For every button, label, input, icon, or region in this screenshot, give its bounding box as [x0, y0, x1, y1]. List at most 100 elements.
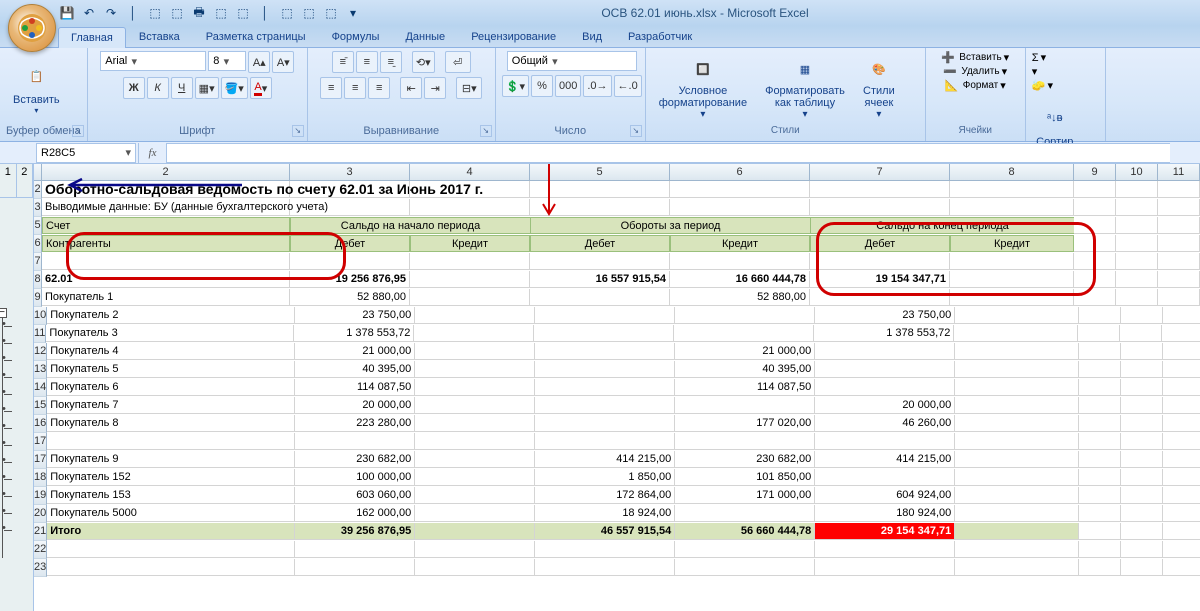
cell[interactable]: 172 864,00: [535, 487, 675, 504]
cell[interactable]: [955, 487, 1079, 504]
cell[interactable]: Покупатель 153: [47, 487, 295, 504]
cell[interactable]: 171 000,00: [675, 487, 815, 504]
align-middle-icon[interactable]: ≡: [356, 51, 378, 73]
cell[interactable]: [815, 433, 955, 450]
row-header[interactable]: 5: [34, 217, 42, 235]
cell[interactable]: [955, 541, 1079, 558]
cell[interactable]: [47, 433, 295, 450]
cell[interactable]: Покупатель 5000: [47, 505, 295, 522]
cell[interactable]: [1074, 235, 1116, 252]
cell[interactable]: [410, 181, 530, 198]
cell[interactable]: [1121, 397, 1163, 414]
cell[interactable]: Покупатель 7: [47, 397, 295, 414]
dialog-launcher-icon[interactable]: ↘: [480, 125, 492, 137]
cell[interactable]: 101 850,00: [675, 469, 815, 486]
cell[interactable]: 1 378 553,72: [294, 325, 414, 342]
cell[interactable]: [815, 379, 955, 396]
row-header[interactable]: 21: [34, 523, 47, 541]
cell[interactable]: Покупатель 4: [47, 343, 295, 360]
cell[interactable]: [1121, 541, 1163, 558]
row-header[interactable]: 19: [34, 487, 47, 505]
cell[interactable]: Обороты за период: [530, 217, 810, 234]
cell[interactable]: [1163, 451, 1200, 468]
cell[interactable]: Покупатель 6: [47, 379, 295, 396]
cell[interactable]: [955, 415, 1079, 432]
cell[interactable]: [1121, 523, 1163, 540]
cell[interactable]: [1163, 433, 1200, 450]
row-header[interactable]: 8: [34, 271, 42, 289]
cell[interactable]: [1079, 487, 1121, 504]
cell[interactable]: 21 000,00: [675, 343, 815, 360]
cell[interactable]: [1079, 397, 1121, 414]
cell[interactable]: [1074, 289, 1116, 306]
cell[interactable]: [1079, 451, 1121, 468]
cell[interactable]: [1116, 235, 1158, 252]
fill-color-button[interactable]: 🪣▾: [221, 77, 248, 99]
qat-icon[interactable]: ⬚: [168, 4, 186, 22]
row-header[interactable]: 20: [34, 505, 47, 523]
cell[interactable]: [1121, 505, 1163, 522]
cell[interactable]: [815, 343, 955, 360]
cell[interactable]: 20 000,00: [815, 397, 955, 414]
number-format-combo[interactable]: Общий▾: [507, 51, 637, 71]
cell[interactable]: [1079, 379, 1121, 396]
cell[interactable]: 1 850,00: [535, 469, 675, 486]
delete-cells-icon[interactable]: ➖: [943, 65, 959, 78]
col-header[interactable]: 4: [410, 164, 530, 180]
decrease-decimal-icon[interactable]: ←.0: [614, 75, 642, 97]
cell[interactable]: [1121, 415, 1163, 432]
cell[interactable]: [530, 253, 670, 270]
cell[interactable]: 18 924,00: [535, 505, 675, 522]
cell[interactable]: [950, 199, 1074, 216]
cell[interactable]: [955, 559, 1079, 576]
percent-icon[interactable]: %: [531, 75, 553, 97]
increase-indent-icon[interactable]: ⇥: [424, 77, 446, 99]
spreadsheet-grid[interactable]: 2 3 4 5 6 7 8 9 10 11 2Оборотно-сальдова…: [34, 164, 1200, 611]
insert-cells-icon[interactable]: ➕: [941, 51, 957, 64]
cell[interactable]: [535, 379, 675, 396]
cell[interactable]: [1079, 559, 1121, 576]
italic-button[interactable]: К: [147, 77, 169, 99]
comma-icon[interactable]: 000: [555, 75, 581, 97]
cell[interactable]: [415, 523, 535, 540]
cell[interactable]: [530, 289, 670, 306]
paste-button[interactable]: 📋 Вставить ▾: [6, 53, 67, 123]
cell[interactable]: [415, 397, 535, 414]
cell[interactable]: [415, 469, 535, 486]
cell[interactable]: [1079, 307, 1121, 324]
cell[interactable]: [955, 397, 1079, 414]
font-size-combo[interactable]: 8▾: [208, 51, 246, 71]
cell[interactable]: 180 924,00: [815, 505, 955, 522]
cell[interactable]: [415, 379, 535, 396]
cell[interactable]: 56 660 444,78: [675, 523, 815, 540]
cell[interactable]: [535, 433, 675, 450]
cell[interactable]: [295, 433, 415, 450]
conditional-format-button[interactable]: 🔲Условное форматирование▾: [652, 53, 754, 123]
cell[interactable]: [1163, 469, 1200, 486]
qat-icon[interactable]: ⬚: [300, 4, 318, 22]
cell[interactable]: 414 215,00: [815, 451, 955, 468]
insert-cells-button[interactable]: Вставить: [959, 52, 1001, 63]
cell[interactable]: [530, 181, 670, 198]
cell[interactable]: [415, 433, 535, 450]
cell[interactable]: [415, 415, 535, 432]
cell[interactable]: Итого: [47, 523, 295, 540]
row-header[interactable]: 17: [34, 451, 47, 469]
cell[interactable]: [674, 325, 814, 342]
tab-home[interactable]: Главная: [58, 27, 126, 48]
row-header[interactable]: 17: [34, 433, 47, 451]
cell[interactable]: [410, 289, 530, 306]
dialog-launcher-icon[interactable]: ↘: [292, 125, 304, 137]
decrease-indent-icon[interactable]: ⇤: [400, 77, 422, 99]
cell[interactable]: Покупатель 8: [47, 415, 295, 432]
cell[interactable]: [810, 181, 950, 198]
bold-button[interactable]: Ж: [123, 77, 145, 99]
increase-decimal-icon[interactable]: .0→: [583, 75, 611, 97]
accounting-format-icon[interactable]: 💲▾: [502, 75, 529, 97]
cell[interactable]: 414 215,00: [535, 451, 675, 468]
cell[interactable]: [1079, 505, 1121, 522]
row-header[interactable]: 13: [34, 361, 47, 379]
cell[interactable]: Покупатель 2: [47, 307, 295, 324]
cell[interactable]: [955, 451, 1079, 468]
cell[interactable]: 23 750,00: [815, 307, 955, 324]
